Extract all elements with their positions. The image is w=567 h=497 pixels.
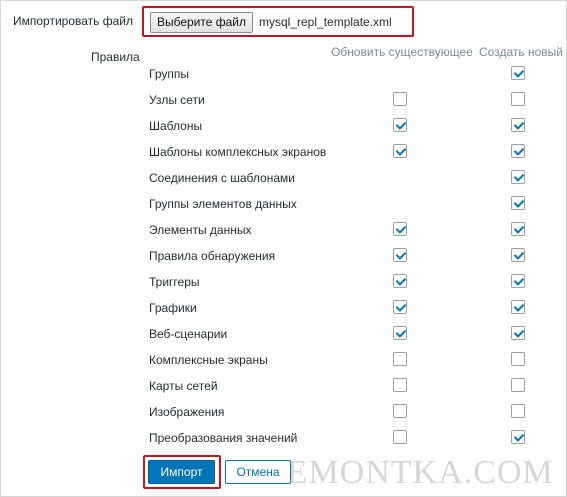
rule-label: Группы элементов данных bbox=[149, 197, 297, 211]
create-checkbox[interactable] bbox=[511, 248, 525, 262]
rule-label: Триггеры bbox=[149, 275, 200, 289]
create-checkbox[interactable] bbox=[511, 92, 525, 106]
update-checkbox[interactable] bbox=[393, 352, 407, 366]
update-checkbox[interactable] bbox=[393, 430, 407, 444]
rule-label: Соединения с шаблонами bbox=[149, 171, 295, 185]
selected-file-name: mysql_repl_template.xml bbox=[259, 15, 392, 29]
rule-label: Элементы данных bbox=[149, 223, 252, 237]
update-checkbox[interactable] bbox=[393, 404, 407, 418]
choose-file-button[interactable]: Выберите файл bbox=[150, 12, 253, 33]
column-header-create: Создать новый bbox=[479, 45, 563, 59]
rule-label: Комплексные экраны bbox=[149, 353, 268, 367]
rule-label: Шаблоны bbox=[149, 119, 203, 133]
rule-label: Узлы сети bbox=[149, 93, 205, 107]
import-file-label: Импортировать файл bbox=[13, 14, 133, 28]
update-checkbox[interactable] bbox=[393, 118, 407, 132]
create-checkbox[interactable] bbox=[511, 118, 525, 132]
update-checkbox[interactable] bbox=[393, 248, 407, 262]
create-checkbox[interactable] bbox=[511, 430, 525, 444]
import-dialog: Импортировать файл Выберите файл mysql_r… bbox=[0, 0, 567, 497]
create-checkbox[interactable] bbox=[511, 196, 525, 210]
create-checkbox[interactable] bbox=[511, 274, 525, 288]
update-checkbox[interactable] bbox=[393, 222, 407, 236]
rule-label: Преобразования значений bbox=[149, 431, 298, 445]
update-checkbox[interactable] bbox=[393, 378, 407, 392]
create-checkbox[interactable] bbox=[511, 352, 525, 366]
rule-label: Изображения bbox=[149, 405, 225, 419]
create-checkbox[interactable] bbox=[511, 300, 525, 314]
rule-label: Шаблоны комплексных экранов bbox=[149, 145, 327, 159]
create-checkbox[interactable] bbox=[511, 170, 525, 184]
update-checkbox[interactable] bbox=[393, 144, 407, 158]
rule-label: Карты сетей bbox=[149, 379, 218, 393]
create-checkbox[interactable] bbox=[511, 222, 525, 236]
create-checkbox[interactable] bbox=[511, 144, 525, 158]
column-header-update: Обновить существующее bbox=[331, 45, 473, 59]
rules-label: Правила bbox=[91, 50, 140, 64]
rule-label: Веб-сценарии bbox=[149, 327, 228, 341]
update-checkbox[interactable] bbox=[393, 326, 407, 340]
rule-label: Правила обнаружения bbox=[149, 249, 276, 263]
create-checkbox[interactable] bbox=[511, 404, 525, 418]
update-checkbox[interactable] bbox=[393, 274, 407, 288]
create-checkbox[interactable] bbox=[511, 66, 525, 80]
create-checkbox[interactable] bbox=[511, 378, 525, 392]
rule-label: Группы bbox=[149, 67, 189, 81]
cancel-button[interactable]: Отмена bbox=[225, 460, 291, 484]
import-button[interactable]: Импорт bbox=[148, 460, 215, 484]
create-checkbox[interactable] bbox=[511, 326, 525, 340]
update-checkbox[interactable] bbox=[393, 300, 407, 314]
rule-label: Графики bbox=[149, 301, 197, 315]
watermark-text: REMONTKA.COM bbox=[263, 454, 554, 491]
update-checkbox[interactable] bbox=[393, 92, 407, 106]
